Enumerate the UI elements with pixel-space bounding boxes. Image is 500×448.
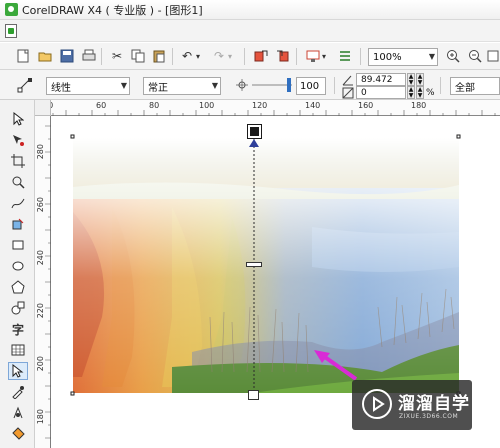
percent-label: % — [426, 88, 435, 98]
window-title: CorelDRAW X4 ( 专业版 ) - [图形1] — [22, 3, 203, 17]
edge-pad-value: 0 — [361, 87, 367, 98]
chevron-down-icon: ▼ — [211, 81, 218, 90]
play-icon — [362, 389, 392, 419]
ruler-v-label: 260 — [36, 197, 45, 213]
ruler-v-label: 220 — [36, 303, 45, 319]
options-icon[interactable] — [336, 47, 354, 65]
open-icon[interactable] — [36, 47, 54, 65]
table-tool-icon[interactable] — [8, 341, 28, 359]
standard-toolbar: ✂ ↶ ▾ ↷ ▾ ▾ 100% ▼ — [0, 43, 500, 70]
outline-tool-icon[interactable] — [8, 404, 28, 422]
coreldraw-app-icon — [5, 3, 18, 16]
save-icon[interactable] — [58, 47, 76, 65]
toolbar-overflow-icon[interactable] — [486, 47, 500, 65]
ellipse-tool-icon[interactable] — [8, 257, 28, 275]
smart-fill-tool-icon[interactable] — [8, 215, 28, 233]
ruler-h-label: 120 — [252, 101, 268, 110]
ruler-v-label: 200 — [36, 356, 45, 372]
new-icon[interactable] — [14, 47, 32, 65]
watermark-badge: 溜溜自学 ZIXUE.3D66.COM — [352, 380, 472, 430]
export-icon[interactable] — [274, 47, 292, 65]
transparency-end-handle[interactable] — [248, 390, 259, 400]
photo-image — [73, 138, 459, 393]
ruler-v-label: 180 — [36, 409, 45, 425]
angle-spinner[interactable]: ▲ ▼ — [407, 73, 415, 86]
merge-mode-value: 常正 — [148, 82, 168, 94]
redo-dropdown-icon[interactable]: ▾ — [226, 47, 234, 65]
freehand-tool-icon[interactable] — [8, 194, 28, 212]
basic-shapes-tool-icon[interactable] — [8, 299, 28, 317]
launcher-dropdown-icon[interactable]: ▾ — [320, 47, 328, 65]
ruler-h-label: 60 — [96, 101, 107, 110]
angle-icon — [342, 74, 354, 86]
transparency-start-handle[interactable] — [247, 124, 262, 139]
ruler-h-label: 80 — [149, 101, 160, 110]
zoom-in-icon[interactable] — [444, 47, 462, 65]
zoom-tool-icon[interactable] — [8, 173, 28, 191]
undo-dropdown-icon[interactable]: ▾ — [194, 47, 202, 65]
angle-input[interactable]: 89.472 — [356, 73, 406, 86]
transparency-target-value: 全部 — [455, 82, 475, 94]
pointer-arrow-icon — [314, 350, 358, 381]
ruler-origin[interactable] — [35, 100, 51, 116]
fill-tool-icon[interactable] — [8, 425, 28, 443]
ruler-h-label: 100 — [199, 101, 215, 110]
ruler-h-label: 140 — [305, 101, 321, 110]
ruler-v-label: 280 — [36, 144, 45, 160]
chevron-down-icon: ▼ — [120, 81, 127, 90]
text-tool-icon[interactable]: 字 — [8, 320, 28, 338]
edge-pad-spinner[interactable]: ▲ ▼ — [407, 86, 415, 99]
menu-bar — [0, 20, 500, 42]
direction-arrow-icon — [249, 139, 259, 147]
zoom-level-value: 100% — [373, 51, 402, 63]
zoom-level-select[interactable]: 100% ▼ — [368, 48, 438, 66]
transparency-type-value: 线性 — [51, 82, 71, 94]
edge-pad-input[interactable]: 0 — [356, 86, 406, 99]
paste-icon[interactable] — [150, 47, 168, 65]
property-bar: 线性 ▼ 常正 ▼ 100 89.472 ▲ ▼ ▲ ▼ 0 ▲ ▼ ▲ ▼ % 全部 — [0, 70, 500, 100]
angle-value: 89.472 — [361, 74, 393, 85]
crop-tool-icon[interactable] — [8, 152, 28, 170]
import-icon[interactable] — [252, 47, 270, 65]
edge-pad-icon — [342, 87, 354, 99]
title-bar: CorelDRAW X4 ( 专业版 ) - [图形1] — [0, 0, 500, 20]
transparency-type-select[interactable]: 线性 ▼ — [46, 77, 130, 95]
shape-tool-icon[interactable] — [8, 131, 28, 149]
merge-mode-select[interactable]: 常正 ▼ — [143, 77, 221, 95]
eyedropper-tool-icon[interactable] — [8, 383, 28, 401]
ruler-h-label: 180 — [411, 101, 427, 110]
vertical-ruler[interactable]: 280 260 240 220 200 180 — [35, 116, 51, 448]
polygon-tool-icon[interactable] — [8, 278, 28, 296]
watermark-text: 溜溜自学 — [398, 394, 470, 414]
transparency-midpoint-slider[interactable] — [246, 262, 262, 267]
zoom-out-icon[interactable] — [466, 47, 484, 65]
transparency-center-icon — [236, 78, 248, 92]
watermark-subtext: ZIXUE.3D66.COM — [399, 413, 459, 420]
cut-icon[interactable]: ✂ — [108, 47, 126, 65]
edge-pad-spinner-alt[interactable]: ▲ ▼ — [416, 86, 424, 99]
interactive-transparency-icon — [16, 76, 34, 94]
horizontal-ruler[interactable]: 40 60 80 100 120 140 160 180 — [35, 100, 500, 116]
transparency-value: 100 — [300, 80, 320, 92]
ruler-v-label: 240 — [36, 250, 45, 266]
rectangle-tool-icon[interactable] — [8, 236, 28, 254]
interactive-tool-icon[interactable] — [8, 362, 28, 380]
angle-spinner-alt[interactable]: ▲ ▼ — [416, 73, 424, 86]
ruler-h-label: 160 — [358, 101, 374, 110]
transparency-target-select[interactable]: 全部 — [450, 77, 500, 95]
pick-tool-icon[interactable] — [8, 110, 28, 128]
document-icon[interactable] — [5, 24, 17, 38]
chevron-down-icon: ▼ — [428, 52, 435, 61]
toolbox: 字 — [0, 100, 35, 448]
transparency-slider-thumb[interactable] — [287, 78, 291, 92]
transparency-value-input[interactable]: 100 — [296, 77, 326, 95]
print-icon[interactable] — [80, 47, 98, 65]
copy-icon[interactable] — [129, 47, 147, 65]
transparency-slider-track[interactable] — [252, 84, 292, 86]
